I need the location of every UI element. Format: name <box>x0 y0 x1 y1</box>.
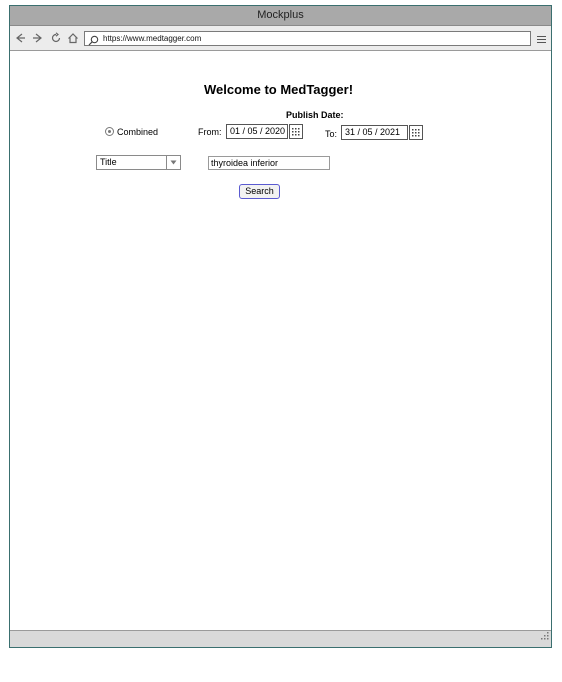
chevron-down-icon[interactable] <box>166 156 180 169</box>
resize-grip-icon[interactable] <box>541 627 549 645</box>
url-text: https://www.medtagger.com <box>103 34 202 43</box>
field-select[interactable]: Title <box>96 155 181 170</box>
combined-radio-label: Combined <box>117 127 159 137</box>
publish-date-label: Publish Date: <box>286 110 344 120</box>
page-title: Welcome to MedTagger! <box>204 82 354 97</box>
radio-button[interactable] <box>105 127 114 136</box>
from-date-input[interactable]: 01 / 05 / 2020 <box>226 124 288 139</box>
browser-toolbar: https://www.medtagger.com <box>10 26 551 51</box>
address-bar[interactable]: https://www.medtagger.com <box>84 31 531 46</box>
browser-window: Mockplus https://www.medtagger.com Welco… <box>9 5 552 648</box>
search-query-input[interactable]: thyroidea inferior <box>208 156 330 170</box>
home-icon[interactable] <box>67 32 80 44</box>
from-label: From: <box>198 127 222 137</box>
menu-icon[interactable] <box>536 32 547 50</box>
field-select-value: Title <box>100 157 117 167</box>
to-label: To: <box>325 129 338 139</box>
to-date-input[interactable]: 31 / 05 / 2021 <box>341 125 408 140</box>
window-title: Mockplus <box>10 6 551 26</box>
back-icon[interactable] <box>15 32 28 44</box>
refresh-icon[interactable] <box>50 32 63 44</box>
search-button[interactable]: Search <box>239 184 280 199</box>
from-calendar-icon[interactable] <box>289 124 303 139</box>
search-icon <box>88 33 99 51</box>
status-bar <box>10 630 551 647</box>
forward-icon[interactable] <box>31 32 44 44</box>
page-content: Welcome to MedTagger! Publish Date: Comb… <box>10 51 551 630</box>
to-calendar-icon[interactable] <box>409 125 423 140</box>
